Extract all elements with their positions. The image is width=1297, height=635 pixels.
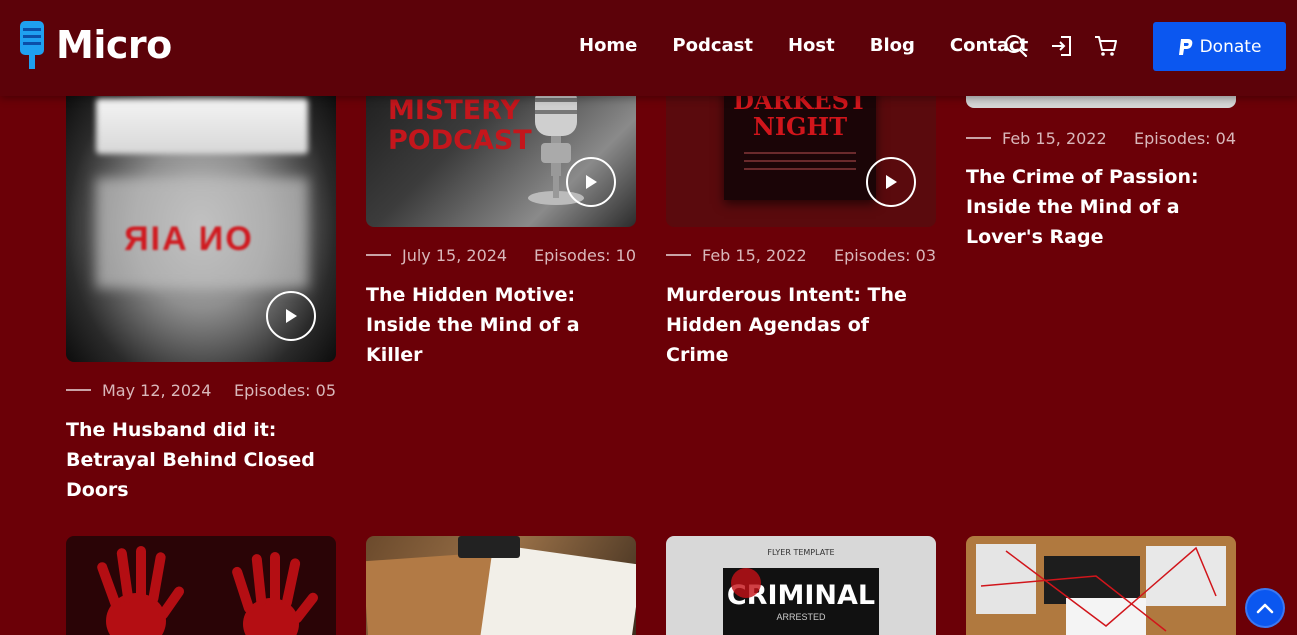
play-button[interactable] bbox=[866, 157, 916, 207]
card-meta: July 15, 2024 Episodes: 10 bbox=[366, 243, 636, 267]
play-button[interactable] bbox=[266, 291, 316, 341]
card-episodes: Episodes: 05 bbox=[233, 380, 336, 400]
card-episodes: Episodes: 03 bbox=[833, 245, 936, 265]
card-date: July 15, 2024 bbox=[402, 245, 508, 265]
card-title[interactable]: The Husband did it: Betrayal Behind Clos… bbox=[66, 415, 336, 505]
meta-dash bbox=[966, 137, 991, 139]
card-meta: Feb 15, 2022 Episodes: 03 bbox=[666, 243, 936, 267]
nav-home[interactable]: Home bbox=[579, 34, 637, 58]
camera-image bbox=[458, 536, 520, 558]
podcast-thumbnail[interactable] bbox=[366, 536, 636, 635]
card-date: May 12, 2024 bbox=[102, 380, 212, 400]
card-meta: Feb 15, 2022 Episodes: 04 bbox=[966, 126, 1236, 150]
podcast-thumbnail[interactable]: ON AIR bbox=[66, 60, 336, 362]
play-button[interactable] bbox=[566, 157, 616, 207]
donate-label: Donate bbox=[1199, 36, 1262, 57]
brand-logo[interactable]: Micro bbox=[18, 20, 172, 70]
search-icon[interactable] bbox=[1003, 33, 1029, 59]
podcast-thumbnail[interactable]: FLYER TEMPLATE CRIMINAL ARRESTED bbox=[666, 536, 936, 635]
card-episodes: Episodes: 10 bbox=[533, 245, 636, 265]
card-title[interactable]: The Hidden Motive: Inside the Mind of a … bbox=[366, 280, 636, 370]
nav-blog[interactable]: Blog bbox=[870, 34, 915, 58]
podcast-thumbnail[interactable] bbox=[66, 536, 336, 635]
scroll-to-top-button[interactable] bbox=[1245, 588, 1285, 628]
meta-dash bbox=[66, 389, 91, 391]
meta-dash bbox=[366, 254, 391, 256]
nav-podcast[interactable]: Podcast bbox=[672, 34, 753, 58]
login-icon[interactable] bbox=[1049, 33, 1075, 59]
criminal-flyer-image: CRIMINAL ARRESTED bbox=[723, 568, 879, 635]
cart-icon[interactable] bbox=[1093, 33, 1119, 59]
chevron-up-icon bbox=[1256, 603, 1274, 614]
donate-button[interactable]: Donate bbox=[1153, 22, 1286, 71]
card-title[interactable]: The Crime of Passion: Inside the Mind of… bbox=[966, 162, 1236, 252]
red-handprints-image bbox=[97, 546, 319, 635]
play-icon bbox=[886, 175, 897, 189]
card-date: Feb 15, 2022 bbox=[1002, 128, 1107, 148]
card-title[interactable]: Murderous Intent: The Hidden Agendas of … bbox=[666, 280, 936, 370]
card-meta: May 12, 2024 Episodes: 05 bbox=[66, 378, 336, 402]
podcast-thumbnail[interactable] bbox=[966, 536, 1236, 635]
microphone-logo-icon bbox=[20, 21, 44, 69]
play-icon bbox=[586, 175, 597, 189]
card-episodes: Episodes: 04 bbox=[1133, 128, 1236, 148]
main-nav: Home Podcast Host Blog Contact bbox=[579, 34, 1028, 58]
evidence-board-strings bbox=[980, 546, 1217, 632]
play-icon bbox=[286, 309, 297, 323]
meta-dash bbox=[666, 254, 691, 256]
card-date: Feb 15, 2022 bbox=[702, 245, 807, 265]
flyer-caption: FLYER TEMPLATE bbox=[767, 548, 835, 557]
paypal-icon bbox=[1178, 38, 1192, 55]
site-header: Micro Home Podcast Host Blog Contact Don… bbox=[0, 0, 1297, 96]
brand-name: Micro bbox=[56, 23, 172, 67]
nav-host[interactable]: Host bbox=[788, 34, 835, 58]
on-air-sign-text: ON AIR bbox=[122, 220, 252, 258]
